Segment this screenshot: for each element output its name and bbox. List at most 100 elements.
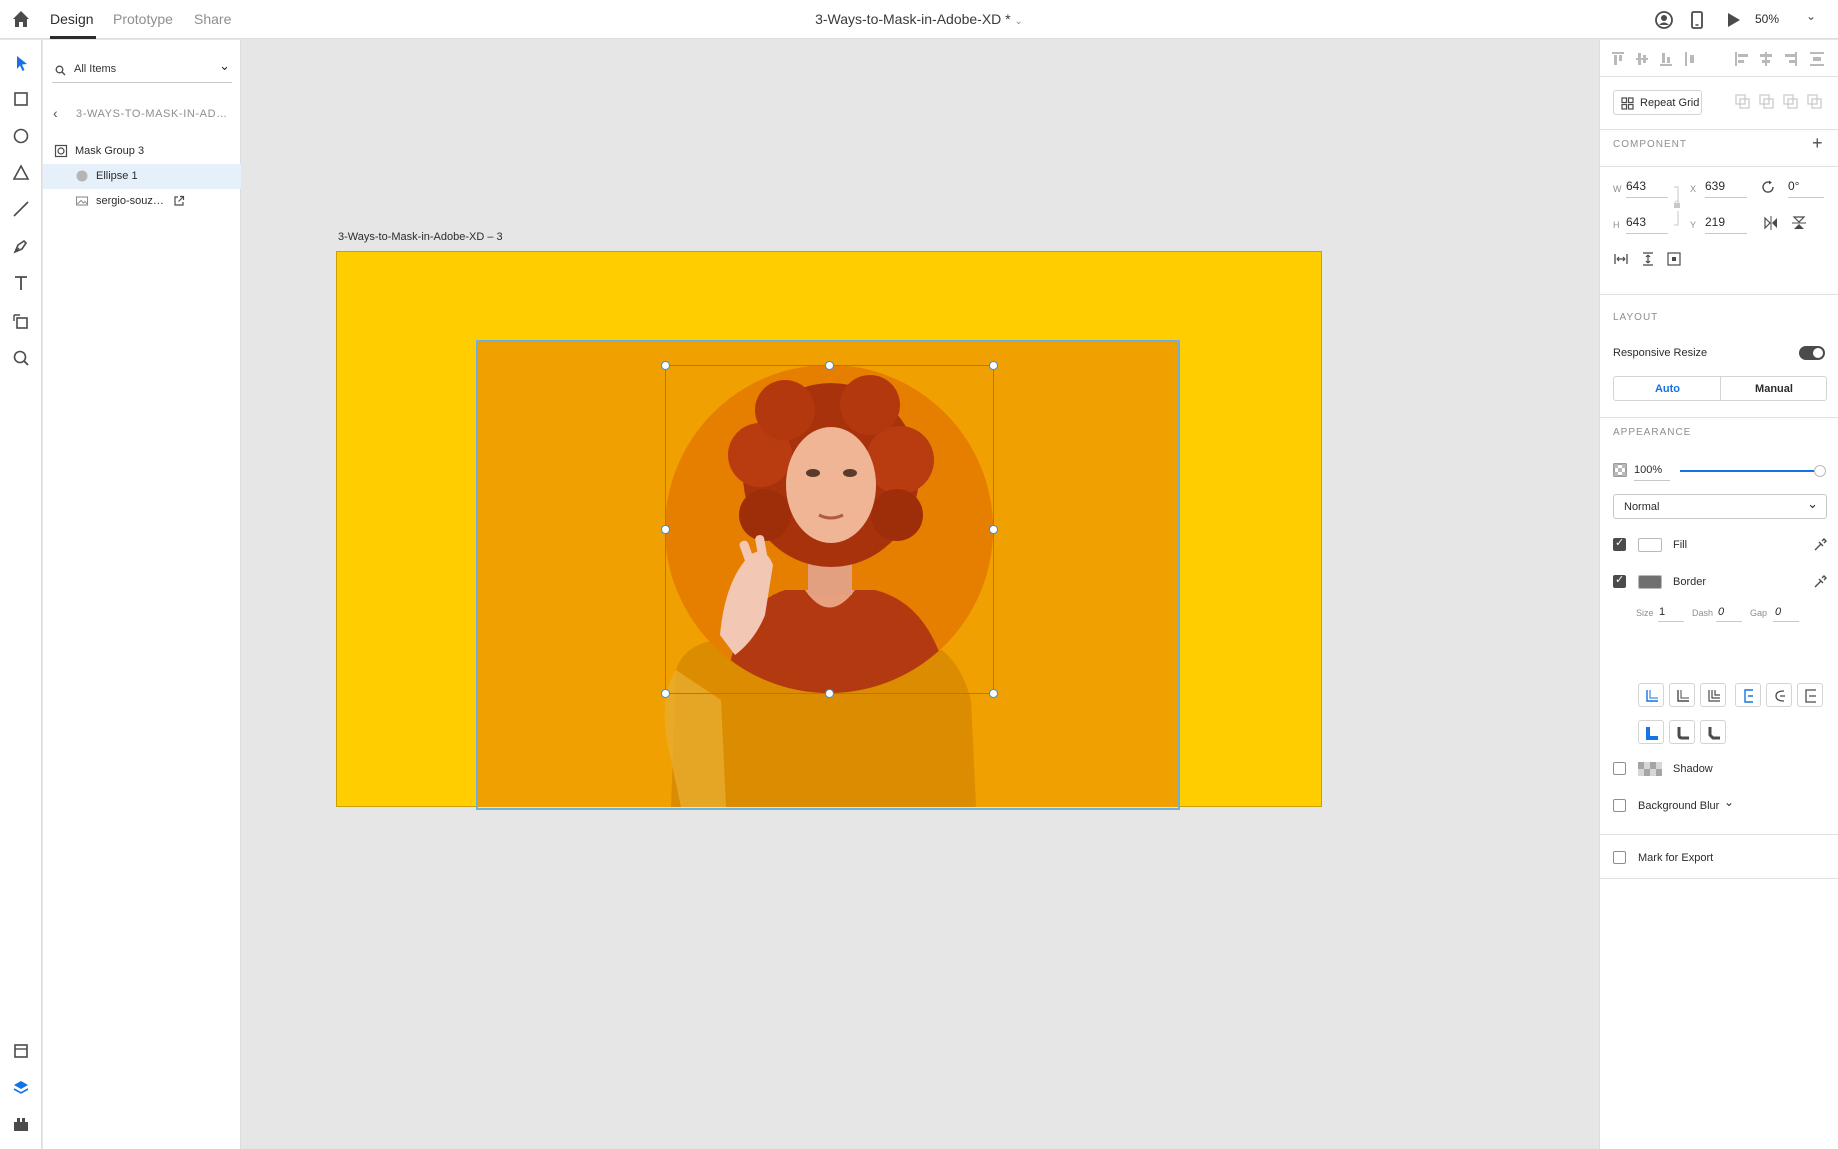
chevron-down-icon[interactable]: ⌄ [1724, 795, 1734, 809]
join-round-button[interactable] [1669, 720, 1695, 744]
layer-image[interactable]: sergio-souz… [43, 189, 241, 214]
align-top-icon[interactable] [1612, 52, 1624, 65]
back-icon[interactable]: ‹ [53, 105, 58, 121]
divider [1600, 878, 1838, 879]
align-center-icon[interactable] [1760, 52, 1772, 66]
y-field[interactable]: 219 [1705, 215, 1725, 229]
zoom-chevron-down-icon[interactable]: ⌄ [1806, 9, 1816, 23]
background-blur-checkbox[interactable] [1613, 799, 1626, 812]
layers-icon[interactable] [10, 1077, 32, 1099]
resize-handle-top-left[interactable] [661, 361, 670, 370]
border-swatch[interactable] [1638, 575, 1662, 589]
align-bottom-icon[interactable] [1660, 53, 1672, 66]
line-tool-icon[interactable] [10, 198, 32, 220]
cap-square-icon [1708, 690, 1720, 702]
gap-field[interactable]: 0 [1775, 606, 1781, 618]
plugins-icon[interactable] [10, 1113, 32, 1135]
rotation-field[interactable]: 0° [1788, 179, 1799, 193]
stroke-inside-button[interactable] [1735, 683, 1761, 707]
resize-handle-bottom[interactable] [825, 689, 834, 698]
gap-label: Gap [1750, 608, 1768, 618]
width-field[interactable]: 643 [1626, 179, 1646, 193]
align-left-icon[interactable] [1735, 52, 1748, 66]
zoom-tool-icon[interactable] [10, 347, 32, 369]
chevron-down-icon[interactable]: ⌄ [1015, 16, 1023, 27]
user-icon[interactable] [1653, 9, 1675, 31]
manual-button[interactable]: Manual [1721, 383, 1827, 395]
add-component-icon[interactable]: + [1812, 133, 1823, 154]
repeat-grid-button[interactable]: Repeat Grid [1613, 90, 1702, 115]
eyedropper-icon[interactable] [1812, 537, 1828, 553]
fill-checkbox[interactable] [1613, 536, 1626, 551]
select-tool-icon[interactable] [10, 52, 32, 74]
polygon-tool-icon[interactable] [10, 162, 32, 184]
lock-icon[interactable] [1672, 185, 1682, 229]
resize-handle-right[interactable] [989, 525, 998, 534]
play-icon[interactable] [1722, 9, 1744, 31]
pin-edges-icon[interactable] [1666, 251, 1682, 267]
distribute-vertical-icon[interactable] [1685, 52, 1694, 66]
opacity-slider-handle[interactable] [1814, 465, 1826, 477]
search-icon [55, 65, 66, 76]
artboard-label[interactable]: 3-Ways-to-Mask-in-Adobe-XD – 3 [338, 231, 503, 243]
add-icon[interactable] [1735, 94, 1750, 109]
document-title-text[interactable]: 3-Ways-to-Mask-in-Adobe-XD * [815, 11, 1011, 27]
layer-ellipse[interactable]: Ellipse 1 [43, 164, 241, 189]
artboard-tool-icon[interactable] [10, 310, 32, 332]
auto-button[interactable]: Auto [1614, 383, 1721, 395]
stroke-center-button[interactable] [1766, 683, 1792, 707]
breadcrumb[interactable]: 3-WAYS-TO-MASK-IN-AD… [76, 108, 228, 120]
zoom-level[interactable]: 50% [1755, 12, 1779, 26]
dash-field[interactable]: 0 [1718, 606, 1724, 618]
align-right-icon[interactable] [1785, 52, 1797, 66]
exclude-icon[interactable] [1807, 94, 1822, 109]
shadow-swatch[interactable] [1638, 762, 1662, 776]
divider [1600, 166, 1838, 167]
external-link-icon[interactable] [172, 194, 186, 208]
pen-tool-icon[interactable] [10, 235, 32, 257]
responsive-resize-toggle[interactable] [1799, 346, 1825, 360]
stroke-cap-round-button[interactable] [1669, 683, 1695, 707]
border-label: Border [1673, 576, 1707, 588]
distribute-horizontal-icon[interactable] [1810, 52, 1824, 66]
layer-mask-group[interactable]: Mask Group 3 [43, 139, 241, 164]
appearance-title: APPEARANCE [1613, 427, 1692, 438]
document-title[interactable]: 3-Ways-to-Mask-in-Adobe-XD * ⌄ [0, 11, 1838, 27]
layers-search[interactable]: All Items ⌄ [52, 58, 232, 83]
fixed-height-icon[interactable] [1640, 251, 1656, 267]
text-tool-icon[interactable] [10, 272, 32, 294]
flip-horizontal-icon[interactable] [1763, 215, 1779, 231]
assets-icon[interactable] [10, 1040, 32, 1062]
join-miter-button[interactable] [1638, 720, 1664, 744]
opacity-slider-track[interactable] [1680, 470, 1820, 472]
resize-handle-top[interactable] [825, 361, 834, 370]
y-underline [1705, 233, 1747, 234]
blend-mode-select[interactable]: Normal ⌄ [1613, 494, 1827, 519]
resize-handle-bottom-left[interactable] [661, 689, 670, 698]
subtract-icon[interactable] [1759, 94, 1774, 109]
ellipse-tool-icon[interactable] [10, 125, 32, 147]
border-eyedropper-icon[interactable] [1812, 574, 1828, 590]
flip-vertical-icon[interactable] [1791, 215, 1807, 231]
mark-for-export-checkbox[interactable] [1613, 851, 1626, 864]
border-checkbox[interactable] [1613, 573, 1626, 588]
resize-handle-left[interactable] [661, 525, 670, 534]
fixed-width-icon[interactable] [1613, 251, 1629, 267]
border-size-field[interactable]: 1 [1659, 606, 1665, 618]
opacity-value[interactable]: 100% [1634, 464, 1662, 476]
shadow-checkbox[interactable] [1613, 762, 1626, 775]
rectangle-tool-icon[interactable] [10, 88, 32, 110]
resize-handle-top-right[interactable] [989, 361, 998, 370]
resize-handle-bottom-right[interactable] [989, 689, 998, 698]
stroke-cap-butt-button[interactable] [1638, 683, 1664, 707]
stroke-outside-button[interactable] [1797, 683, 1823, 707]
chevron-down-icon[interactable]: ⌄ [219, 58, 230, 74]
fill-swatch[interactable] [1638, 538, 1662, 552]
stroke-cap-square-button[interactable] [1700, 683, 1726, 707]
mobile-preview-icon[interactable] [1686, 9, 1708, 31]
intersect-icon[interactable] [1783, 94, 1798, 109]
join-bevel-button[interactable] [1700, 720, 1726, 744]
height-field[interactable]: 643 [1626, 215, 1646, 229]
x-field[interactable]: 639 [1705, 179, 1725, 193]
align-middle-icon[interactable] [1636, 53, 1648, 65]
